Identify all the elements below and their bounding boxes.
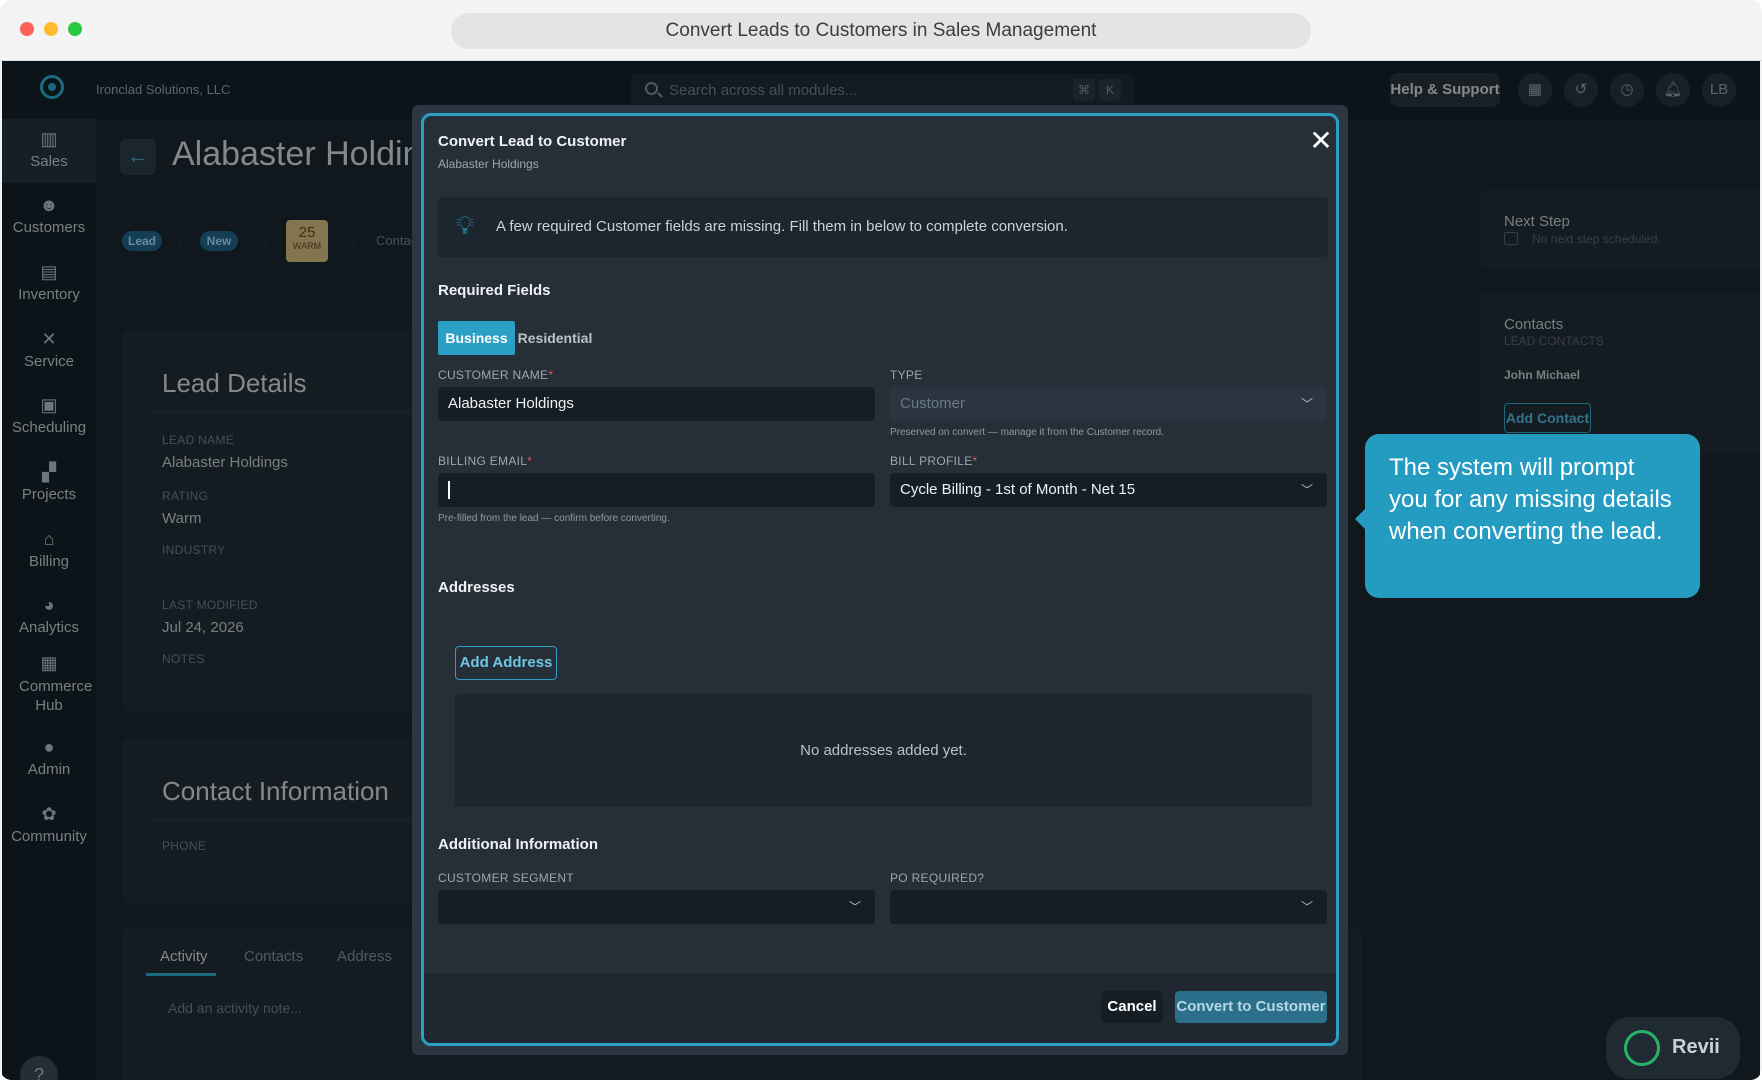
revii-icon bbox=[1624, 1030, 1660, 1066]
window-title: Convert Leads to Customers in Sales Mana… bbox=[451, 13, 1311, 49]
customer-name-input[interactable]: Alabaster Holdings bbox=[438, 387, 875, 421]
billing-email-input[interactable] bbox=[438, 473, 875, 507]
convert-to-customer-button[interactable]: Convert to Customer bbox=[1175, 991, 1327, 1023]
required-mark: * bbox=[548, 368, 554, 382]
po-required-select[interactable]: ﹀ bbox=[890, 890, 1327, 924]
field-label: PO REQUIRED? bbox=[890, 871, 985, 885]
chevron-down-icon: ﹀ bbox=[1300, 397, 1313, 411]
field-label-text: BILLING EMAIL bbox=[438, 454, 528, 468]
guide-tooltip: The system will prompt you for any missi… bbox=[1355, 434, 1700, 598]
billing-email-help: Pre-filled from the lead — confirm befor… bbox=[438, 513, 670, 524]
field-label-text: BILL PROFILE bbox=[890, 454, 973, 468]
chevron-down-icon: ﹀ bbox=[1300, 900, 1313, 914]
type-value: Customer bbox=[900, 395, 966, 412]
field-label: BILL PROFILE* bbox=[890, 454, 978, 468]
field-label: CUSTOMER NAME* bbox=[438, 368, 553, 382]
segment-residential[interactable]: Residential bbox=[515, 321, 595, 355]
close-window-button[interactable] bbox=[20, 22, 34, 36]
maximize-window-button[interactable] bbox=[68, 22, 82, 36]
info-banner: 💡︎ A few required Customer fields are mi… bbox=[438, 197, 1328, 257]
field-label: BILLING EMAIL* bbox=[438, 454, 532, 468]
field-label-text: CUSTOMER NAME bbox=[438, 368, 549, 382]
chevron-down-icon: ﹀ bbox=[848, 900, 861, 914]
bill-profile-value: Cycle Billing - 1st of Month - Net 15 bbox=[900, 481, 1136, 498]
required-mark: * bbox=[972, 454, 978, 468]
minimize-window-button[interactable] bbox=[44, 22, 58, 36]
add-address-button[interactable]: Add Address bbox=[455, 646, 557, 680]
field-label: TYPE bbox=[890, 368, 923, 382]
text-caret bbox=[448, 481, 450, 500]
browser-window: Convert Leads to Customers in Sales Mana… bbox=[0, 0, 1762, 1080]
chevron-down-icon: ﹀ bbox=[1300, 483, 1313, 497]
section-title: Additional Information bbox=[438, 836, 598, 853]
close-icon[interactable]: ✕ bbox=[1306, 126, 1336, 156]
lightbulb-icon: 💡︎ bbox=[455, 210, 475, 240]
bill-profile-select[interactable]: Cycle Billing - 1st of Month - Net 15 ﹀ bbox=[890, 473, 1327, 507]
segment-business[interactable]: Business bbox=[438, 321, 515, 355]
modal-subtitle: Alabaster Holdings bbox=[438, 157, 539, 171]
modal-footer: Cancel Convert to Customer bbox=[424, 973, 1336, 1043]
type-select[interactable]: Customer ﹀ bbox=[890, 387, 1327, 421]
revii-label: Revii bbox=[1672, 1036, 1720, 1058]
section-title: Addresses bbox=[438, 579, 515, 596]
revii-assistant-button[interactable]: Revii bbox=[1606, 1017, 1740, 1079]
convert-lead-modal: Convert Lead to Customer Alabaster Holdi… bbox=[421, 113, 1339, 1046]
addresses-empty-state: No addresses added yet. bbox=[455, 694, 1312, 807]
customer-segment-select[interactable]: ﹀ bbox=[438, 890, 875, 924]
info-text: A few required Customer fields are missi… bbox=[496, 218, 1068, 235]
title-bar: Convert Leads to Customers in Sales Mana… bbox=[0, 0, 1762, 61]
cancel-button[interactable]: Cancel bbox=[1101, 991, 1163, 1023]
required-mark: * bbox=[527, 454, 533, 468]
field-label: CUSTOMER SEGMENT bbox=[438, 871, 574, 885]
modal-title: Convert Lead to Customer bbox=[438, 133, 627, 150]
type-help: Preserved on convert — manage it from th… bbox=[890, 427, 1165, 438]
section-title: Required Fields bbox=[438, 282, 551, 299]
